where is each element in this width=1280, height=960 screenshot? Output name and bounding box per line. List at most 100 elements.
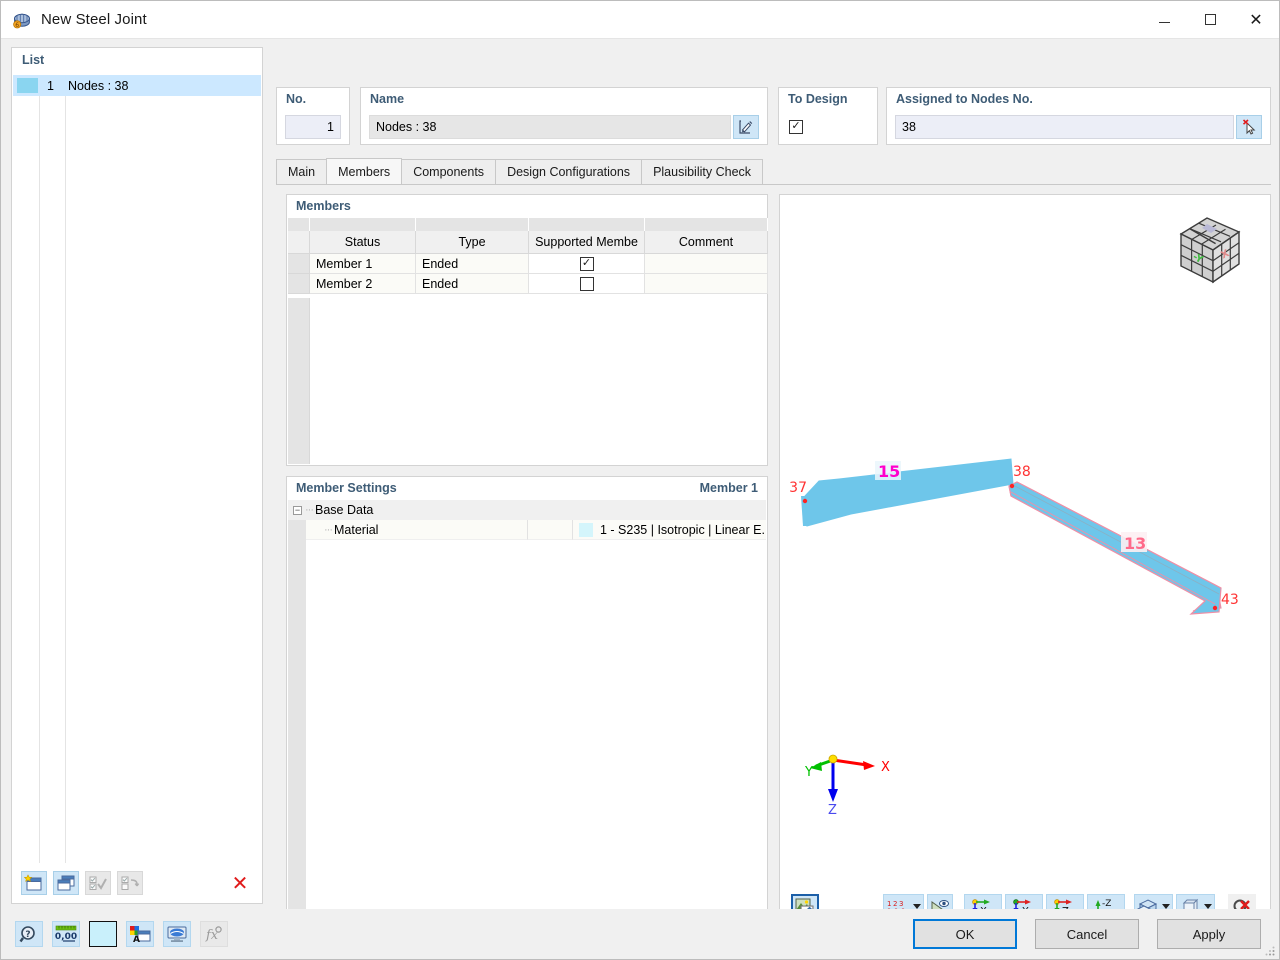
no-input[interactable]: 1 bbox=[285, 115, 341, 139]
cell-status[interactable]: Member 1 bbox=[310, 254, 416, 274]
cell-type[interactable]: Ended bbox=[416, 254, 529, 274]
tab-members[interactable]: Members bbox=[326, 158, 403, 184]
assigned-nodes-input[interactable]: 38 bbox=[895, 115, 1234, 139]
member-label-13: 13 bbox=[1124, 534, 1146, 553]
no-label: No. bbox=[286, 92, 307, 106]
list-panel: List 1 Nodes : 38 ✕ bbox=[11, 47, 263, 904]
member-settings-subject: Member 1 bbox=[699, 481, 758, 495]
check-all-button bbox=[85, 871, 111, 895]
spacer-cell-0 bbox=[288, 218, 310, 231]
help-magnifier-icon: ? bbox=[19, 926, 35, 943]
assigned-nodes-label: Assigned to Nodes No. bbox=[896, 92, 1033, 106]
column-header-status[interactable]: Status bbox=[310, 231, 416, 254]
ok-button[interactable]: OK bbox=[913, 919, 1017, 949]
tree-connector: ··· bbox=[305, 504, 314, 516]
list-item-color-swatch bbox=[17, 78, 38, 93]
material-label: Material bbox=[334, 522, 379, 537]
tab-main[interactable]: Main bbox=[276, 159, 328, 184]
invert-selection-button bbox=[117, 871, 143, 895]
cell-comment[interactable] bbox=[645, 274, 768, 294]
to-design-label: To Design bbox=[788, 92, 848, 106]
tree-group-base-data[interactable]: − ··· Base Data bbox=[288, 500, 766, 520]
name-panel: Name Nodes : 38 bbox=[360, 87, 768, 145]
node-marker-38 bbox=[1009, 483, 1015, 489]
resize-grip[interactable] bbox=[1265, 945, 1275, 956]
tree-row-material[interactable]: ··· Material 1 - S235 | Isotropic | Line… bbox=[288, 520, 766, 540]
new-steel-joint-dialog: 6 New Steel Joint ✕ List 1 Nodes : 38 ✕ … bbox=[0, 0, 1280, 960]
svg-text:?: ? bbox=[25, 930, 30, 940]
new-item-button[interactable] bbox=[21, 871, 47, 895]
tab-components[interactable]: Components bbox=[401, 159, 497, 184]
units-button[interactable]: 0,00 bbox=[52, 921, 80, 947]
spacer-cell-3 bbox=[529, 218, 645, 231]
list-rows: 1 Nodes : 38 bbox=[13, 75, 261, 863]
member-settings-panel: Member Settings Member 1 − ··· Base Data… bbox=[286, 476, 768, 931]
cell-comment[interactable] bbox=[645, 254, 768, 274]
table-row[interactable]: Member 2 Ended bbox=[288, 274, 768, 294]
dialog-footer: ? 0,00 A fx OK Cancel Apply bbox=[1, 909, 1279, 959]
formula-button: fx bbox=[200, 921, 228, 947]
color-swatch-button[interactable] bbox=[89, 921, 117, 947]
tab-design-configurations[interactable]: Design Configurations bbox=[495, 159, 643, 184]
units-000-icon: 0,00 bbox=[55, 925, 77, 942]
apply-button[interactable]: Apply bbox=[1157, 919, 1261, 949]
to-design-checkbox[interactable]: ✓ bbox=[789, 119, 803, 134]
pick-cursor-deselect-icon bbox=[1242, 118, 1255, 135]
row-handle[interactable] bbox=[288, 254, 310, 274]
maximize-button[interactable] bbox=[1187, 1, 1233, 39]
window-title: New Steel Joint bbox=[41, 11, 147, 28]
close-button[interactable]: ✕ bbox=[1233, 1, 1279, 39]
tab-strip: Main Members Components Design Configura… bbox=[276, 158, 1271, 185]
svg-text:Z: Z bbox=[828, 803, 837, 814]
dialog-buttons: OK Cancel Apply bbox=[895, 919, 1279, 949]
collapse-toggle-icon[interactable]: − bbox=[293, 505, 302, 515]
to-design-checkbox-wrap[interactable]: ✓ bbox=[789, 118, 803, 134]
table-row[interactable]: Member 1 Ended ✓ bbox=[288, 254, 768, 274]
visibility-button[interactable] bbox=[163, 921, 191, 947]
model-viewport-panel: -Y X 37 38 43 15 13 X Y Z 1 2 3 -Z bbox=[779, 194, 1271, 931]
list-item-index: 1 bbox=[47, 78, 54, 93]
svg-text:fx: fx bbox=[205, 928, 219, 943]
name-edit-button[interactable] bbox=[733, 115, 759, 139]
members-table-header: Status Type Supported Membe Comment bbox=[288, 231, 768, 254]
minimize-button[interactable] bbox=[1141, 1, 1187, 39]
copy-item-button[interactable] bbox=[53, 871, 79, 895]
supported-member-checkbox[interactable] bbox=[579, 276, 594, 291]
spacer-cell-2 bbox=[416, 218, 529, 231]
supported-member-checkbox[interactable]: ✓ bbox=[579, 256, 594, 271]
list-panel-label: List bbox=[22, 53, 45, 67]
tab-plausibility-check[interactable]: Plausibility Check bbox=[641, 159, 764, 184]
edit-pencil-icon bbox=[738, 120, 752, 134]
footer-tools: ? 0,00 A fx bbox=[1, 921, 237, 947]
column-header-row-index[interactable] bbox=[288, 231, 310, 254]
material-value-cell[interactable]: 1 - S235 | Isotropic | Linear E... bbox=[573, 520, 766, 540]
display-properties-button[interactable]: A bbox=[126, 921, 154, 947]
cell-status[interactable]: Member 2 bbox=[310, 274, 416, 294]
svg-text:2: 2 bbox=[893, 900, 897, 908]
member-settings-empty-area bbox=[288, 540, 766, 929]
model-viewport-canvas[interactable]: -Y X 37 38 43 15 13 X Y Z bbox=[781, 196, 1269, 884]
row-handle[interactable] bbox=[288, 274, 310, 294]
spacer-cell-4 bbox=[645, 218, 768, 231]
cancel-button[interactable]: Cancel bbox=[1035, 919, 1139, 949]
name-input[interactable]: Nodes : 38 bbox=[369, 115, 731, 139]
cell-supported-member[interactable] bbox=[529, 274, 645, 294]
members-table-spacer-row bbox=[288, 218, 768, 231]
column-header-comment[interactable]: Comment bbox=[645, 231, 768, 254]
svg-text:Y: Y bbox=[805, 765, 813, 780]
assigned-nodes-pick-button[interactable] bbox=[1236, 115, 1262, 139]
cell-type[interactable]: Ended bbox=[416, 274, 529, 294]
node-label-43: 43 bbox=[1221, 592, 1239, 608]
red-x-icon: ✕ bbox=[231, 871, 249, 895]
column-header-supported-member[interactable]: Supported Membe bbox=[529, 231, 645, 254]
fx-icon: fx bbox=[205, 926, 222, 943]
svg-text:3: 3 bbox=[899, 900, 903, 908]
list-item-label: Nodes : 38 bbox=[68, 78, 129, 93]
column-header-type[interactable]: Type bbox=[416, 231, 529, 254]
tree-connector: ··· bbox=[324, 523, 333, 536]
list-item[interactable]: 1 Nodes : 38 bbox=[13, 75, 261, 96]
title-bar: 6 New Steel Joint ✕ bbox=[1, 1, 1279, 39]
cell-supported-member[interactable]: ✓ bbox=[529, 254, 645, 274]
help-button[interactable]: ? bbox=[15, 921, 43, 947]
delete-item-button[interactable]: ✕ bbox=[227, 871, 253, 895]
